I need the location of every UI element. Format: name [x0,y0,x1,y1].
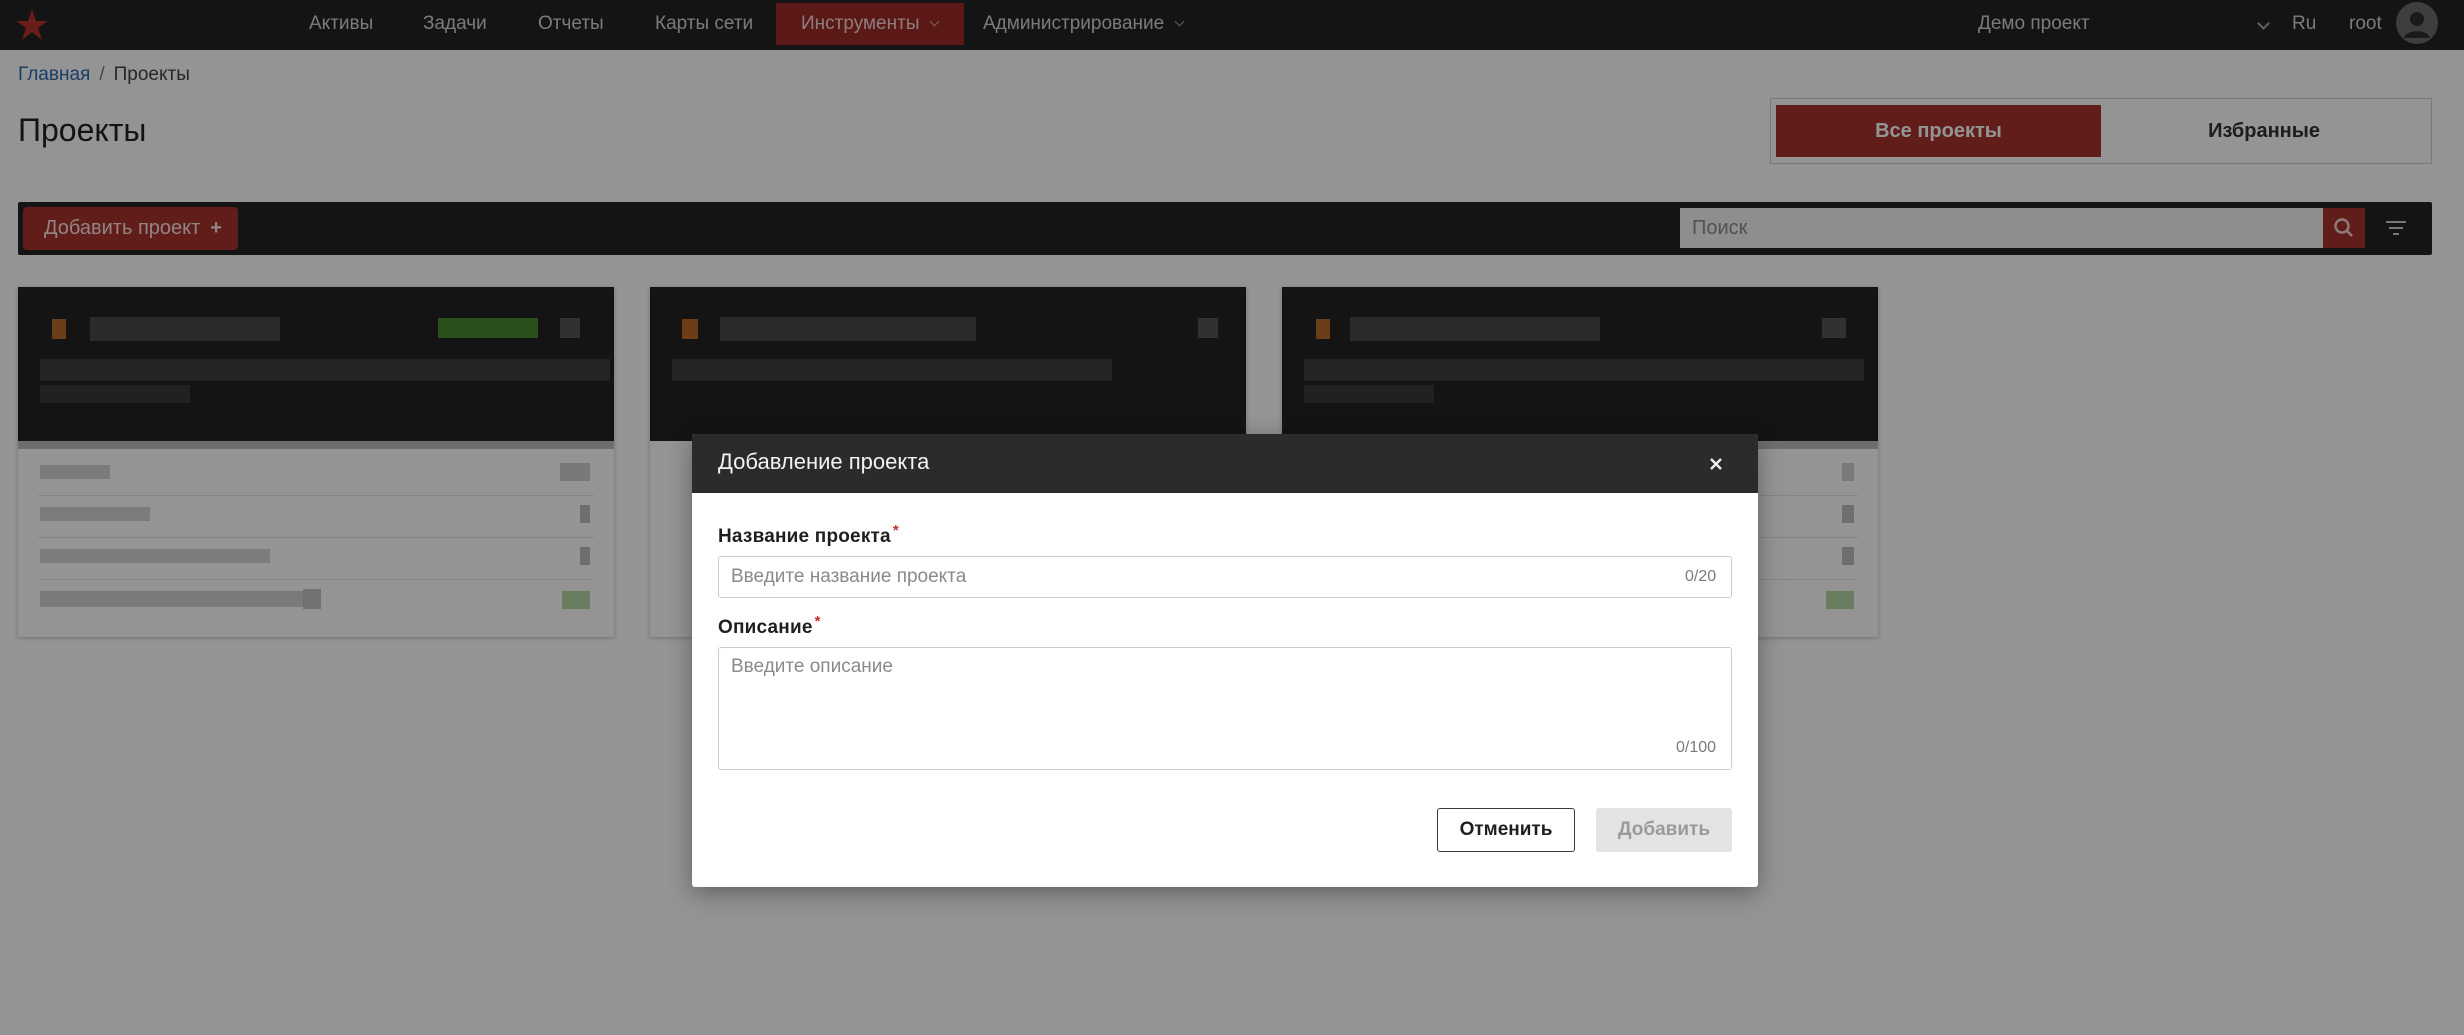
description-label: Описание * [718,613,821,639]
description-label-text: Описание [718,617,813,638]
cancel-button[interactable]: Отменить [1437,808,1575,852]
close-icon [1710,458,1722,470]
project-name-input[interactable] [718,556,1732,598]
dialog-title: Добавление проекта [718,449,930,474]
dialog-header: Добавление проекта [692,434,1758,493]
add-project-dialog: Добавление проекта Название проекта* 0/2… [692,434,1758,887]
add-button[interactable]: Добавить [1596,808,1732,852]
project-name-label-text: Название проекта [718,526,891,547]
description-counter: 0/100 [1676,739,1717,756]
project-name-label: Название проекта * [718,522,899,548]
description-input[interactable] [718,647,1732,770]
close-button[interactable] [1704,452,1728,476]
required-marker: * [814,613,821,630]
required-marker: * [892,522,899,539]
project-name-counter: 0/20 [1685,568,1717,585]
